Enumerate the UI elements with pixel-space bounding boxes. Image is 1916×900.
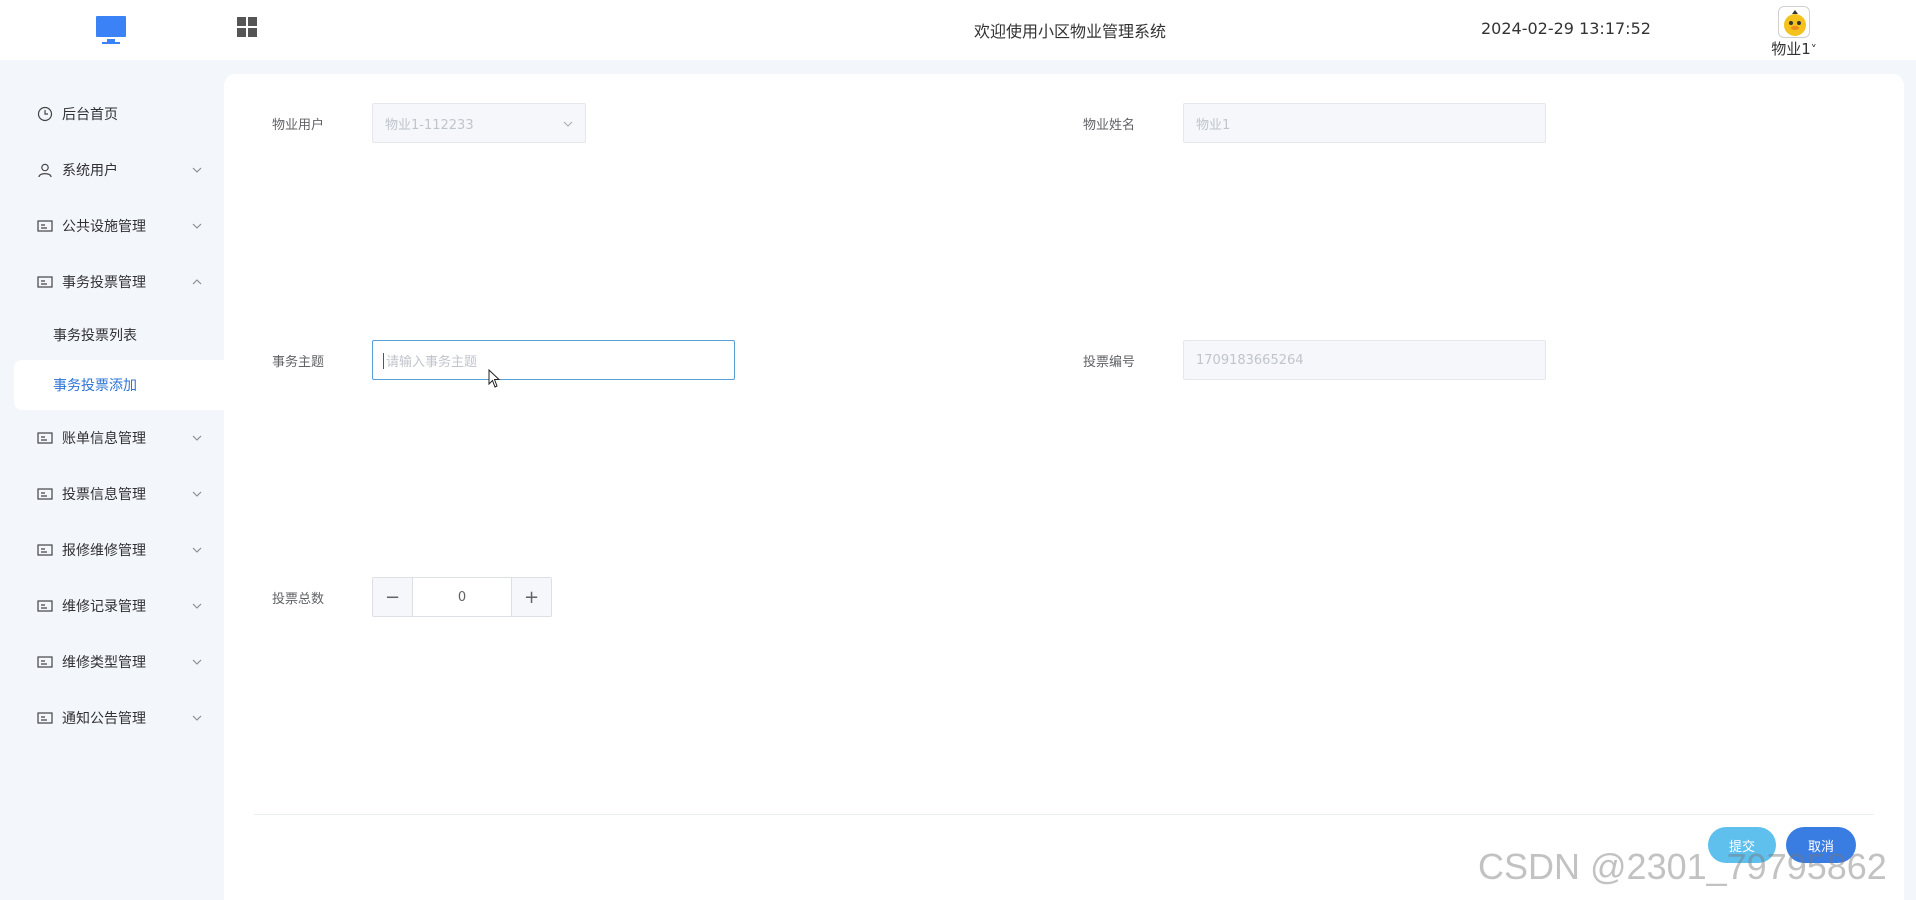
sidebar-item-vote-info[interactable]: 投票信息管理 xyxy=(0,466,224,522)
clock-icon xyxy=(37,106,53,122)
sidebar-item-label: 通知公告管理 xyxy=(62,711,146,727)
subject-label: 事务主题 xyxy=(271,355,324,370)
increment-button[interactable]: + xyxy=(511,578,551,616)
sidebar-subitem-label: 事务投票列表 xyxy=(53,328,137,344)
sidebar-item-label: 事务投票管理 xyxy=(62,275,146,291)
sidebar-item-bills[interactable]: 账单信息管理 xyxy=(0,410,224,466)
chevron-down-icon xyxy=(192,659,202,665)
sidebar-item-system-users[interactable]: 系统用户 xyxy=(0,142,224,198)
sidebar-item-label: 系统用户 xyxy=(62,163,118,179)
monitor-icon[interactable] xyxy=(95,14,127,46)
chevron-down-icon xyxy=(192,435,202,441)
total-label: 投票总数 xyxy=(271,592,324,607)
card-icon xyxy=(37,600,53,612)
sidebar-item-voting[interactable]: 事务投票管理 xyxy=(0,254,224,310)
user-menu[interactable]: 物业1˅ xyxy=(1770,6,1818,59)
grid-icon[interactable] xyxy=(236,16,258,38)
sidebar-item-label: 投票信息管理 xyxy=(62,487,146,503)
name-label: 物业姓名 xyxy=(1082,118,1135,133)
sidebar-item-home[interactable]: 后台首页 xyxy=(0,86,224,142)
sidebar-subitem-label: 事务投票添加 xyxy=(53,378,137,394)
chevron-down-icon xyxy=(192,715,202,721)
sidebar-item-label: 公共设施管理 xyxy=(62,219,146,235)
sidebar: 后台首页 系统用户 公共设施管理 事务投票管理 事务投票列表 事务投票添加 账单… xyxy=(0,60,224,900)
vote-no-field[interactable]: 1709183665264 xyxy=(1183,340,1546,380)
top-header: 欢迎使用小区物业管理系统 2024-02-29 13:17:52 物业1˅ xyxy=(0,0,1916,60)
sidebar-item-repair-types[interactable]: 维修类型管理 xyxy=(0,634,224,690)
main-form-panel: 物业用户 物业1-112233 物业姓名 物业1 事务主题 请输入事务主题 投票… xyxy=(224,74,1904,900)
current-datetime: 2024-02-29 13:17:52 xyxy=(1481,19,1651,38)
name-field-value: 物业1 xyxy=(1196,117,1231,133)
sidebar-item-label: 报修维修管理 xyxy=(62,543,146,559)
chevron-down-icon xyxy=(192,491,202,497)
sidebar-item-facilities[interactable]: 公共设施管理 xyxy=(0,198,224,254)
sidebar-item-label: 维修记录管理 xyxy=(62,599,146,615)
avatar-duck-icon xyxy=(1784,10,1806,36)
chevron-down-icon xyxy=(192,603,202,609)
name-field[interactable]: 物业1 xyxy=(1183,103,1546,143)
sidebar-subitem-vote-add[interactable]: 事务投票添加 xyxy=(14,360,224,410)
card-icon xyxy=(37,220,53,232)
card-icon xyxy=(37,712,53,724)
user-select-value: 物业1-112233 xyxy=(385,117,474,133)
sidebar-item-label: 维修类型管理 xyxy=(62,655,146,671)
total-stepper[interactable]: − 0 + xyxy=(372,577,552,617)
cancel-button[interactable]: 取消 xyxy=(1786,827,1856,863)
card-icon xyxy=(37,656,53,668)
card-icon xyxy=(37,488,53,500)
card-icon xyxy=(37,276,53,288)
chevron-down-icon xyxy=(563,121,573,127)
sidebar-item-notices[interactable]: 通知公告管理 xyxy=(0,690,224,746)
chevron-down-icon xyxy=(192,223,202,229)
user-name: 物业1 xyxy=(1771,40,1811,58)
sidebar-item-repairs[interactable]: 报修维修管理 xyxy=(0,522,224,578)
chevron-down-icon xyxy=(192,167,202,173)
chevron-up-icon xyxy=(192,279,202,285)
user-label: 物业用户 xyxy=(271,118,324,133)
sidebar-subitem-vote-list[interactable]: 事务投票列表 xyxy=(0,310,224,360)
text-caret xyxy=(383,353,384,369)
chevron-down-icon xyxy=(192,547,202,553)
subject-input[interactable]: 请输入事务主题 xyxy=(372,340,735,380)
chevron-down-icon: ˅ xyxy=(1810,43,1817,57)
user-select[interactable]: 物业1-112233 xyxy=(372,103,586,143)
decrement-button[interactable]: − xyxy=(373,578,413,616)
submit-button[interactable]: 提交 xyxy=(1708,827,1776,863)
total-value[interactable]: 0 xyxy=(413,578,511,616)
card-icon xyxy=(37,432,53,444)
sidebar-item-repair-records[interactable]: 维修记录管理 xyxy=(0,578,224,634)
subject-placeholder: 请输入事务主题 xyxy=(386,354,478,370)
vote-no-label: 投票编号 xyxy=(1082,355,1135,370)
avatar[interactable] xyxy=(1778,6,1810,38)
sidebar-item-label: 账单信息管理 xyxy=(62,431,146,447)
divider xyxy=(254,814,1874,815)
card-icon xyxy=(37,544,53,556)
user-icon xyxy=(38,163,52,178)
vote-no-value: 1709183665264 xyxy=(1196,352,1304,368)
sidebar-item-label: 后台首页 xyxy=(62,107,118,123)
